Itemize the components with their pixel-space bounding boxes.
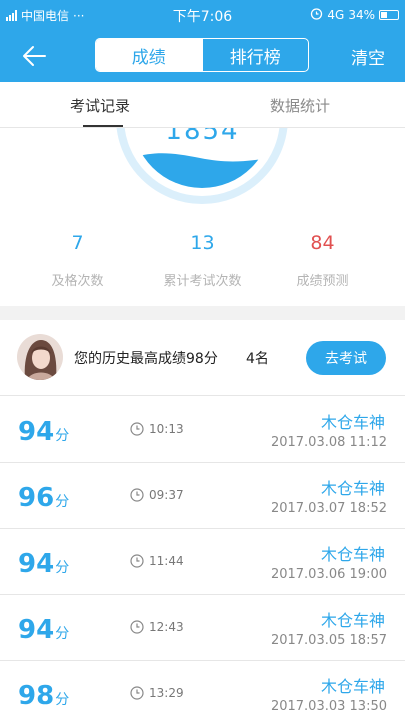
record-score: 94分 — [18, 549, 69, 579]
record-score: 98分 — [18, 681, 69, 711]
tab-data-statistics[interactable]: 数据统计 — [270, 95, 330, 116]
record-duration: 13:29 — [149, 686, 184, 700]
record-datetime: 2017.03.07 18:52 — [270, 501, 387, 516]
clock-icon — [130, 554, 144, 568]
stat-label: 及格次数 — [51, 274, 104, 289]
record-duration: 12:43 — [149, 620, 184, 634]
score-unit: 分 — [55, 692, 70, 708]
network-label: 4G — [327, 8, 345, 22]
score-unit: 分 — [55, 560, 70, 576]
record-duration: 11:44 — [149, 554, 184, 568]
stat-value: 13 — [190, 232, 215, 254]
score-value: 94 — [18, 417, 55, 447]
clear-button[interactable]: 清空 — [351, 44, 385, 69]
record-row[interactable]: 94分 12:43 木仓车神 2017.03.05 18:57 — [0, 595, 405, 661]
tab-exam-records[interactable]: 考试记录 — [70, 95, 130, 116]
record-row[interactable]: 94分 11:44 木仓车神 2017.03.06 19:00 — [0, 529, 405, 595]
stat-value: 84 — [310, 232, 335, 254]
record-score: 96分 — [18, 483, 69, 513]
record-datetime: 2017.03.03 13:50 — [270, 699, 387, 714]
record-user-name: 木仓车神 — [320, 611, 385, 630]
score-gauge: 1854 — [0, 128, 405, 208]
record-user-name: 木仓车神 — [320, 479, 385, 498]
record-score: 94分 — [18, 417, 69, 447]
stat-score-prediction: 84 成绩预测 — [255, 232, 390, 289]
record-user-name: 木仓车神 — [320, 677, 385, 696]
avatar-image — [17, 334, 63, 380]
record-score: 94分 — [18, 615, 69, 645]
nav-bar: 成绩 排行榜 清空 — [0, 30, 405, 82]
score-value: 94 — [18, 549, 55, 579]
back-button[interactable] — [14, 38, 54, 74]
battery-label: 34% — [348, 8, 375, 22]
score-unit: 分 — [55, 626, 70, 642]
battery-icon — [379, 10, 399, 20]
stat-pass-count: 7 及格次数 — [10, 232, 145, 289]
record-datetime: 2017.03.05 18:57 — [270, 633, 387, 648]
segment-control: 成绩 排行榜 — [95, 38, 309, 72]
sub-tabs: 考试记录 数据统计 — [0, 82, 405, 128]
clock-icon — [130, 422, 144, 436]
back-arrow-icon — [23, 46, 46, 66]
clock-icon — [130, 620, 144, 634]
section-divider — [0, 306, 405, 320]
alarm-icon — [310, 7, 323, 23]
exam-records-list: 94分 10:13 木仓车神 2017.03.08 11:12 96分 09:3… — [0, 397, 405, 720]
clock-icon — [130, 488, 144, 502]
score-value: 94 — [18, 615, 55, 645]
avatar[interactable] — [17, 334, 63, 380]
tab-underline — [83, 125, 123, 127]
record-row[interactable]: 94分 10:13 木仓车神 2017.03.08 11:12 — [0, 397, 405, 463]
record-row[interactable]: 98分 13:29 木仓车神 2017.03.03 13:50 — [0, 661, 405, 720]
take-exam-button[interactable]: 去考试 — [306, 341, 386, 375]
record-datetime: 2017.03.08 11:12 — [270, 435, 387, 450]
score-value: 98 — [18, 681, 55, 711]
score-unit: 分 — [55, 428, 70, 444]
clock-icon — [130, 686, 144, 700]
best-score-row: 您的历史最高成绩98分 4名 去考试 — [0, 320, 405, 396]
segment-scores[interactable]: 成绩 — [96, 39, 202, 71]
record-user-name: 木仓车神 — [320, 413, 385, 432]
segment-ranking[interactable]: 排行榜 — [201, 39, 309, 71]
stat-total-exams: 13 累计考试次数 — [135, 232, 270, 289]
status-bar: 中国电信 ··· 下午7:06 4G 34% — [0, 0, 405, 30]
total-score: 1854 — [165, 128, 240, 146]
record-datetime: 2017.03.06 19:00 — [270, 567, 387, 582]
rank-text: 4名 — [246, 351, 269, 367]
score-unit: 分 — [55, 494, 70, 510]
record-row[interactable]: 96分 09:37 木仓车神 2017.03.07 18:52 — [0, 463, 405, 529]
record-duration: 10:13 — [149, 422, 184, 436]
score-value: 96 — [18, 483, 55, 513]
stats-panel: 7 及格次数 13 累计考试次数 84 成绩预测 — [0, 208, 405, 306]
record-duration: 09:37 — [149, 488, 184, 502]
stat-value: 7 — [71, 232, 84, 254]
record-user-name: 木仓车神 — [320, 545, 385, 564]
stat-label: 累计考试次数 — [163, 274, 242, 289]
best-score-text: 您的历史最高成绩98分 — [74, 351, 218, 367]
stat-label: 成绩预测 — [296, 274, 349, 289]
